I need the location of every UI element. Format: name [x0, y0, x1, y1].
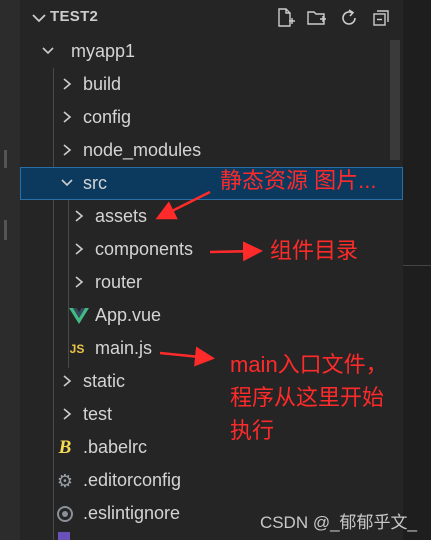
vue-icon	[69, 306, 89, 326]
chevron-right-icon	[75, 210, 84, 222]
js-badge: JS	[69, 342, 85, 356]
editor-edge	[403, 0, 431, 540]
activity-bar	[0, 0, 20, 540]
tree-label: config	[83, 107, 132, 127]
tree-folder-config[interactable]: config	[20, 101, 403, 134]
tree-file-app-vue[interactable]: App.vue	[20, 299, 403, 332]
tree-label: router	[95, 272, 143, 292]
chevron-right-icon	[63, 375, 72, 387]
javascript-icon: JS	[67, 339, 87, 359]
annotation-main-line2: 程序从这里开始	[230, 385, 385, 410]
chevron-down-icon	[42, 47, 54, 55]
chevron-down-icon	[61, 179, 73, 187]
annotation-components: 组件目录	[270, 238, 359, 263]
explorer-toolbar	[273, 6, 393, 30]
chevron-right-icon	[63, 111, 72, 123]
chevron-right-icon	[75, 243, 84, 255]
tree-label: components	[95, 239, 194, 259]
tree-folder-assets[interactable]: assets	[20, 200, 403, 233]
annotation-main-line1: main入口文件，	[230, 352, 388, 377]
chevron-right-icon	[75, 276, 84, 288]
tree-label: test	[83, 404, 113, 424]
tree-label: App.vue	[95, 305, 162, 325]
tree-label: .eslintignore	[83, 503, 181, 523]
tree-folder-router[interactable]: router	[20, 266, 403, 299]
chevron-right-icon	[63, 78, 72, 90]
tree-label: node_modules	[83, 140, 202, 160]
explorer-header: TEST2	[20, 0, 403, 36]
activity-indicator	[4, 220, 7, 240]
tree-label: main.js	[95, 338, 153, 358]
babel-icon: B	[58, 437, 72, 458]
tree-file-editorconfig[interactable]: ⚙ .editorconfig	[20, 464, 403, 497]
divider	[403, 265, 431, 266]
annotation-main-line3: 执行	[230, 418, 275, 443]
chevron-right-icon	[63, 408, 72, 420]
watermark: CSDN @_郁郁乎文_	[259, 513, 417, 532]
tree-label: .babelrc	[83, 437, 148, 457]
tree-label: .editorconfig	[83, 470, 182, 490]
tree-folder-build[interactable]: build	[20, 68, 403, 101]
new-file-icon[interactable]	[273, 6, 297, 30]
new-folder-icon[interactable]	[305, 6, 329, 30]
tree-label: build	[83, 74, 122, 94]
eslint-icon	[55, 504, 75, 524]
gear-icon: ⚙	[56, 470, 74, 491]
chevron-down-icon[interactable]	[29, 8, 49, 28]
tree-label: src	[83, 173, 107, 193]
annotation-src: 静态资源 图片...	[220, 168, 377, 193]
collapse-all-icon[interactable]	[369, 6, 393, 30]
workspace-title[interactable]: TEST2	[50, 8, 98, 25]
tree-label: myapp1	[71, 41, 136, 61]
tree-file-babelrc[interactable]: B .babelrc	[20, 431, 403, 464]
refresh-icon[interactable]	[337, 6, 361, 30]
tree-label: assets	[95, 206, 148, 226]
file-icon-partial	[58, 532, 70, 540]
chevron-right-icon	[63, 144, 72, 156]
tree-label: static	[83, 371, 126, 391]
tree-folder-node-modules[interactable]: node_modules	[20, 134, 403, 167]
activity-indicator	[4, 150, 7, 168]
tree-folder-myapp1[interactable]: myapp1	[20, 35, 403, 68]
